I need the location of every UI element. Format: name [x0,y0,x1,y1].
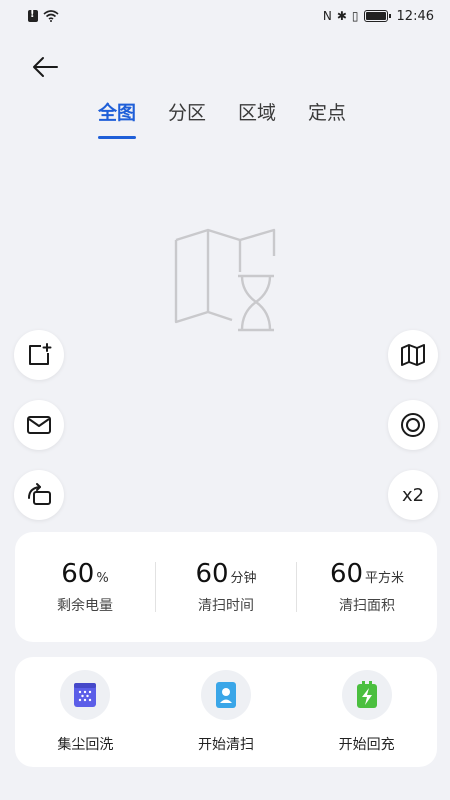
recharge-label: 开始回充 [338,737,395,753]
stat-battery: 60 % 剩余电量 [15,559,155,615]
sim-alert-icon [28,9,38,22]
recharge-icon [356,681,377,708]
start-clean-label: 开始清扫 [198,737,254,753]
vibrate-icon: ▯ [351,9,359,23]
rotate-icon [28,483,51,505]
stats-card: 60 % 剩余电量 60 分钟 清扫时间 60 平方米 清扫面积 [15,532,437,642]
battery-label: 剩余电量 [57,598,113,614]
recharge-icon-wrap [341,670,392,720]
back-button[interactable] [28,52,62,82]
actions-card: 集尘回洗 开始清扫 开始回充 [15,657,437,767]
zoom-x2-button[interactable]: x2 [388,470,438,520]
start-clean-button[interactable]: 开始清扫 [156,670,297,754]
start-clean-icon-wrap [201,670,251,720]
dust-collect-icon-wrap [60,670,111,720]
dust-collect-label: 集尘回洗 [57,737,114,753]
dust-collect-icon [74,683,97,707]
map-icon [401,344,425,366]
message-button[interactable] [14,400,64,450]
tab-partition[interactable]: 分区 [168,98,206,139]
battery-unit: % [96,571,109,586]
zoom-label: x2 [401,484,425,506]
clean-area-unit: 平方米 [365,571,405,586]
start-clean-icon [216,682,236,708]
stat-clean-area: 60 平方米 清扫面积 [297,559,437,615]
tab-area[interactable]: 区域 [238,98,276,139]
status-right: N ✱ ▯ 12:46 [323,9,434,24]
tab-spot[interactable]: 定点 [308,98,346,139]
status-time: 12:46 [396,8,434,24]
status-left [28,9,59,22]
tab-full-map[interactable]: 全图 [98,98,137,139]
map-view-button[interactable] [388,330,438,380]
clean-time-unit: 分钟 [230,571,257,586]
target-icon [401,413,425,437]
map-loading-icon [174,228,276,332]
clean-time-value: 60 [195,559,229,589]
mail-icon [27,416,51,434]
arrow-left-icon [33,57,58,77]
dust-collect-button[interactable]: 集尘回洗 [15,670,156,754]
rotate-map-button[interactable] [14,470,64,520]
stat-clean-time: 60 分钟 清扫时间 [156,559,296,615]
recharge-button[interactable]: 开始回充 [296,670,437,754]
nfc-icon: N [322,9,332,23]
bluetooth-icon: ✱ [336,9,347,23]
status-bar: N ✱ ▯ 12:46 [0,0,450,32]
clean-area-value: 60 [329,559,364,589]
battery-value: 60 [61,559,95,589]
locate-button[interactable] [388,400,438,450]
edit-map-button[interactable] [14,330,64,380]
wifi-icon [43,10,59,22]
edit-map-icon [29,343,52,365]
clean-area-label: 清扫面积 [339,598,395,614]
map-tabs: 全图 分区 区域 定点 [98,98,346,139]
clean-time-label: 清扫时间 [198,598,254,614]
battery-icon [363,10,391,22]
